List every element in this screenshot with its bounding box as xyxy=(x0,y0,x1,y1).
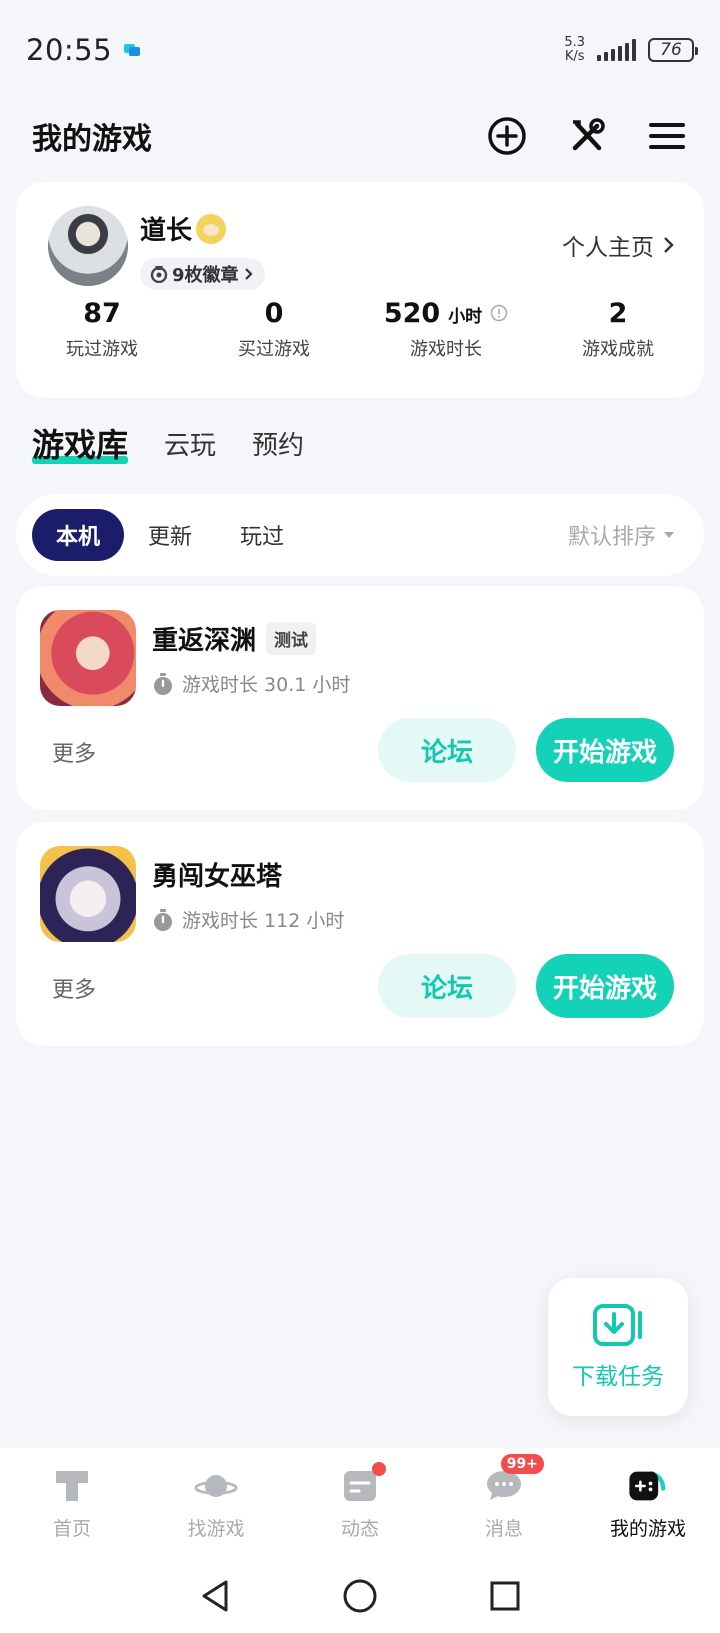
recents-icon[interactable] xyxy=(488,1579,522,1613)
homepage-link[interactable]: 个人主页 xyxy=(562,228,676,262)
start-game-button[interactable]: 开始游戏 xyxy=(536,718,674,782)
stat-games-bought[interactable]: 0 买过游戏 xyxy=(188,298,360,361)
filter-local[interactable]: 本机 xyxy=(32,509,125,561)
caret-down-icon xyxy=(664,532,674,538)
play-time: 游戏时长 112 小时 xyxy=(152,906,344,933)
download-tasks-button[interactable]: 下载任务 xyxy=(548,1278,688,1416)
chevron-right-icon xyxy=(664,237,674,253)
notification-dot xyxy=(372,1461,386,1476)
tab-cloud-play[interactable]: 云玩 xyxy=(164,425,216,462)
game-card: 勇闯女巫塔 游戏时长 112 小时 更多 论坛 开始游戏 xyxy=(16,822,704,1046)
back-icon[interactable] xyxy=(198,1578,232,1614)
medal-icon xyxy=(150,266,168,283)
stopwatch-icon xyxy=(154,672,172,695)
status-indicators: 5.3 K/s 76 xyxy=(564,35,698,64)
more-button[interactable]: 更多 xyxy=(52,972,96,1004)
stat-games-played[interactable]: 87 玩过游戏 xyxy=(16,298,188,361)
stopwatch-icon xyxy=(154,908,172,931)
badges-pill[interactable]: 9枚徽章 xyxy=(140,258,265,290)
gamepad-icon xyxy=(626,1466,670,1506)
filter-played[interactable]: 玩过 xyxy=(216,509,308,561)
notification-icon xyxy=(124,44,141,56)
page-title: 我的游戏 xyxy=(32,122,152,157)
user-name: 道长 xyxy=(140,210,227,247)
nav-feed[interactable]: 动态 xyxy=(288,1461,432,1541)
info-icon[interactable] xyxy=(490,304,508,322)
chat-icon: 99+ xyxy=(482,1453,544,1506)
nav-find-games[interactable]: 找游戏 xyxy=(144,1466,288,1541)
system-navigation xyxy=(0,1558,720,1633)
add-icon[interactable] xyxy=(486,115,528,157)
network-speed: 5.3 K/s xyxy=(564,35,585,64)
avatar[interactable] xyxy=(48,206,128,286)
game-title: 勇闯女巫塔 xyxy=(152,862,283,892)
signal-icon xyxy=(597,39,636,61)
more-button[interactable]: 更多 xyxy=(52,736,96,768)
stat-play-time[interactable]: 520 小时 游戏时长 xyxy=(360,298,532,361)
game-card: 重返深渊 测试 游戏时长 30.1 小时 更多 论坛 开始游戏 xyxy=(16,586,704,810)
sort-dropdown[interactable]: 默认排序 xyxy=(568,519,674,551)
chevron-right-icon xyxy=(244,268,253,280)
filter-updates[interactable]: 更新 xyxy=(124,509,216,561)
game-title: 重返深渊 测试 xyxy=(152,620,317,657)
status-time: 20:55 xyxy=(26,33,113,67)
planet-icon xyxy=(194,1466,238,1506)
tab-reservation[interactable]: 预约 xyxy=(252,425,304,462)
app-header: 我的游戏 xyxy=(0,100,720,172)
home-icon xyxy=(50,1466,94,1506)
nav-messages[interactable]: 99+ 消息 xyxy=(432,1453,576,1541)
bottom-nav: 首页 找游戏 动态 99+ 消息 我的游戏 xyxy=(0,1448,720,1558)
battery-icon: 76 xyxy=(648,38,698,62)
test-tag: 测试 xyxy=(266,622,317,655)
status-bar: 20:55 5.3 K/s 76 xyxy=(0,0,720,100)
forum-button[interactable]: 论坛 xyxy=(378,718,516,782)
nav-home[interactable]: 首页 xyxy=(0,1466,144,1541)
library-tabs: 游戏库 云玩 预约 xyxy=(32,420,304,466)
download-icon xyxy=(593,1304,642,1346)
tab-library[interactable]: 游戏库 xyxy=(32,420,129,466)
message-count-badge: 99+ xyxy=(500,1453,544,1474)
nav-my-games[interactable]: 我的游戏 xyxy=(576,1466,720,1541)
header-actions xyxy=(486,115,688,157)
battery-level: 76 xyxy=(660,40,682,60)
character-emoji-icon xyxy=(196,213,227,244)
profile-stats: 87 玩过游戏 0 买过游戏 520 小时 游戏时长 2 游戏成就 xyxy=(16,298,704,361)
profile-card: 道长 9枚徽章 个人主页 87 玩过游戏 0 买过游戏 520 小时 游戏时长 … xyxy=(16,182,704,398)
tools-icon[interactable] xyxy=(566,115,608,157)
stat-achievements[interactable]: 2 游戏成就 xyxy=(532,298,704,361)
game-icon[interactable] xyxy=(40,610,136,706)
game-icon[interactable] xyxy=(40,846,136,942)
filter-bar: 本机 更新 玩过 默认排序 xyxy=(16,494,704,576)
start-game-button[interactable]: 开始游戏 xyxy=(536,954,674,1018)
play-time: 游戏时长 30.1 小时 xyxy=(152,670,350,697)
menu-icon[interactable] xyxy=(646,115,688,157)
forum-button[interactable]: 论坛 xyxy=(378,954,516,1018)
feed-icon xyxy=(338,1461,386,1506)
home-circle-icon[interactable] xyxy=(342,1578,378,1614)
